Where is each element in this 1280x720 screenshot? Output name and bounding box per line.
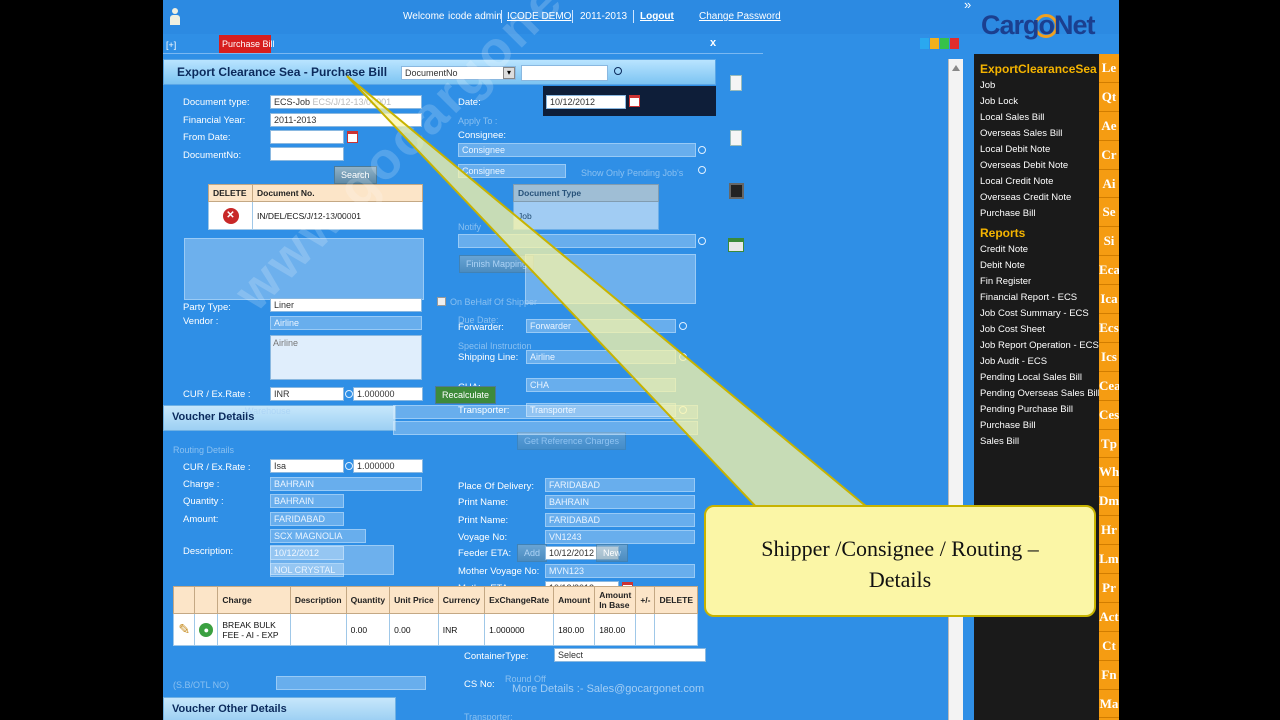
callout-text: Shipper /Consignee / Routing – Details xyxy=(704,533,1096,595)
callout-line-2: Details xyxy=(868,567,932,592)
callout-pointer-shape xyxy=(346,75,876,513)
app-screen: Welcome icode admin ICODE DEMO 2011-2013… xyxy=(163,0,1119,720)
callout-line-1: Shipper /Consignee / Routing – xyxy=(761,536,1039,561)
